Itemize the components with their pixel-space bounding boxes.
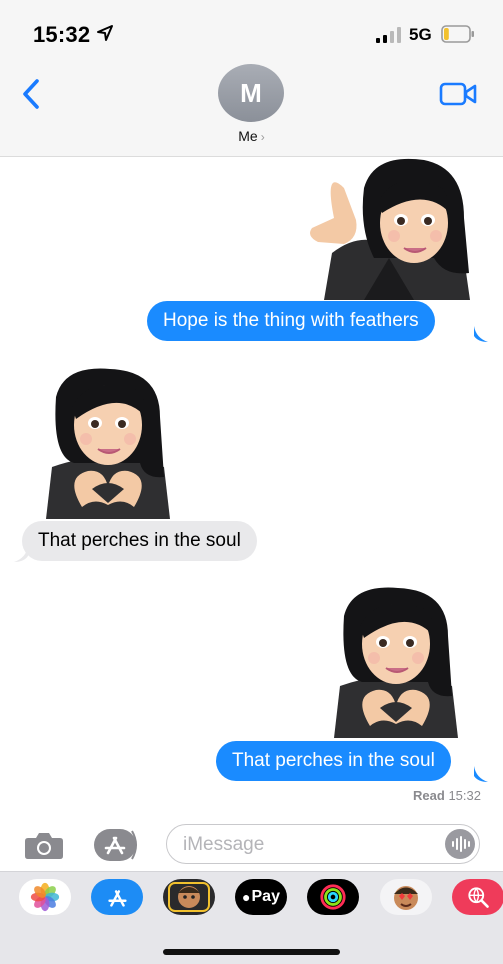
battery-icon: [441, 25, 474, 43]
avatar-initial: M: [240, 77, 262, 108]
photos-app-button[interactable]: [19, 879, 71, 915]
bubble-tail: [474, 766, 488, 782]
home-indicator[interactable]: [163, 949, 340, 955]
memoji-stickers-icon: [168, 882, 210, 912]
status-time: 15:32: [33, 22, 91, 47]
message-bubble-incoming[interactable]: That perches in the soul: [22, 521, 257, 561]
memoji-sticker-call-me[interactable]: [304, 158, 474, 300]
status-bar: 15:32 5G: [0, 0, 503, 64]
activity-rings-icon: [320, 884, 346, 910]
bubble-tail: [14, 546, 28, 562]
read-receipt-time: 15:32: [448, 788, 481, 803]
cellular-signal-icon: [376, 27, 401, 43]
memoji-stickers-app-button[interactable]: [163, 879, 215, 915]
animoji-app-button[interactable]: [380, 879, 432, 915]
read-receipt: Read 15:32: [413, 788, 481, 803]
contact-name-link[interactable]: Me ›: [0, 128, 503, 144]
bubble-tail: [474, 326, 488, 342]
animoji-icon: [394, 886, 418, 910]
network-type: 5G: [409, 25, 432, 44]
imessage-input[interactable]: iMessage: [166, 824, 480, 864]
apple-pay-app-button[interactable]: ● Pay: [235, 879, 287, 915]
waveform-icon: [452, 836, 470, 852]
memoji-sticker-heart-hands[interactable]: [44, 367, 172, 519]
app-store-icon: [108, 890, 127, 907]
memoji-sticker-heart-hands[interactable]: [332, 586, 460, 738]
apple-pay-label: Pay: [251, 888, 280, 905]
composer-bar: iMessage: [0, 815, 503, 871]
search-web-images-app-button[interactable]: [452, 879, 503, 915]
message-bubble-outgoing[interactable]: Hope is the thing with feathers: [147, 301, 435, 341]
contact-chevron-icon: ›: [260, 130, 265, 144]
globe-search-icon: [468, 887, 489, 908]
message-bubble-outgoing[interactable]: That perches in the soul: [216, 741, 451, 781]
apple-logo-icon: ●: [242, 889, 251, 905]
location-arrow-icon: [97, 25, 113, 41]
app-store-app-button[interactable]: [91, 879, 143, 915]
conversation-header: M Me ›: [0, 64, 503, 157]
read-receipt-label: Read: [413, 788, 445, 803]
camera-icon[interactable]: [24, 830, 64, 860]
photos-icon: [30, 882, 60, 912]
contact-avatar[interactable]: M: [218, 64, 284, 122]
activity-app-button[interactable]: [307, 879, 359, 915]
contact-name: Me: [238, 128, 258, 144]
back-chevron-icon[interactable]: [20, 78, 42, 110]
facetime-video-icon[interactable]: [439, 81, 477, 107]
app-store-button-icon[interactable]: [94, 829, 140, 861]
audio-message-button[interactable]: [445, 829, 475, 859]
imessage-placeholder: iMessage: [183, 834, 265, 855]
